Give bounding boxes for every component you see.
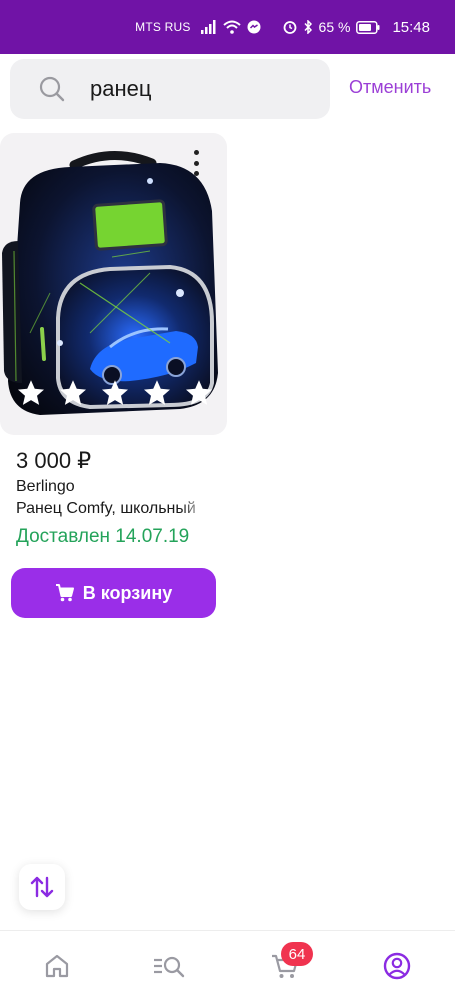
- wifi-icon: [222, 20, 241, 34]
- star-icon: [102, 380, 128, 405]
- product-price: 3 000 ₽: [16, 448, 92, 473]
- clock: 15:48: [392, 18, 430, 36]
- cart-icon: [55, 584, 74, 602]
- delivery-status: Доставлен 14.07.19: [16, 526, 190, 547]
- bluetooth-icon: [303, 20, 313, 34]
- battery-percent: 65 %: [318, 19, 351, 35]
- sort-arrows-icon: [30, 876, 54, 898]
- product-name[interactable]: Ранец Comfy, школьный: [16, 500, 210, 518]
- star-icon: [186, 380, 212, 405]
- search-box[interactable]: [10, 59, 330, 119]
- alarm-icon: [283, 20, 297, 34]
- battery-icon: [356, 20, 380, 34]
- catalog-search-icon: [154, 956, 185, 978]
- nav-catalog[interactable]: [152, 949, 186, 983]
- cart-count-badge: 64: [281, 942, 313, 966]
- sort-button[interactable]: [19, 864, 65, 910]
- home-icon: [45, 954, 69, 978]
- search-input[interactable]: [90, 73, 320, 105]
- search-icon: [39, 76, 65, 102]
- more-options-icon[interactable]: [186, 150, 206, 176]
- nav-home[interactable]: [40, 949, 74, 983]
- rating-stars: [16, 378, 214, 408]
- add-to-cart-button[interactable]: В корзину: [11, 568, 216, 618]
- profile-icon: [383, 952, 411, 980]
- star-icon: [18, 380, 44, 405]
- signal-icon: [200, 20, 217, 34]
- status-bar: MTS RUS 65 % 15:48: [0, 0, 455, 54]
- carrier-name: MTS RUS: [135, 20, 191, 34]
- product-brand: Berlingo: [16, 478, 75, 495]
- cancel-button[interactable]: Отменить: [349, 77, 431, 98]
- bottom-navigation: [0, 930, 455, 1000]
- add-to-cart-label: В корзину: [82, 582, 173, 603]
- star-icon: [60, 380, 86, 405]
- nav-profile[interactable]: [380, 949, 414, 983]
- messenger-icon: [247, 20, 261, 34]
- star-icon: [144, 380, 170, 405]
